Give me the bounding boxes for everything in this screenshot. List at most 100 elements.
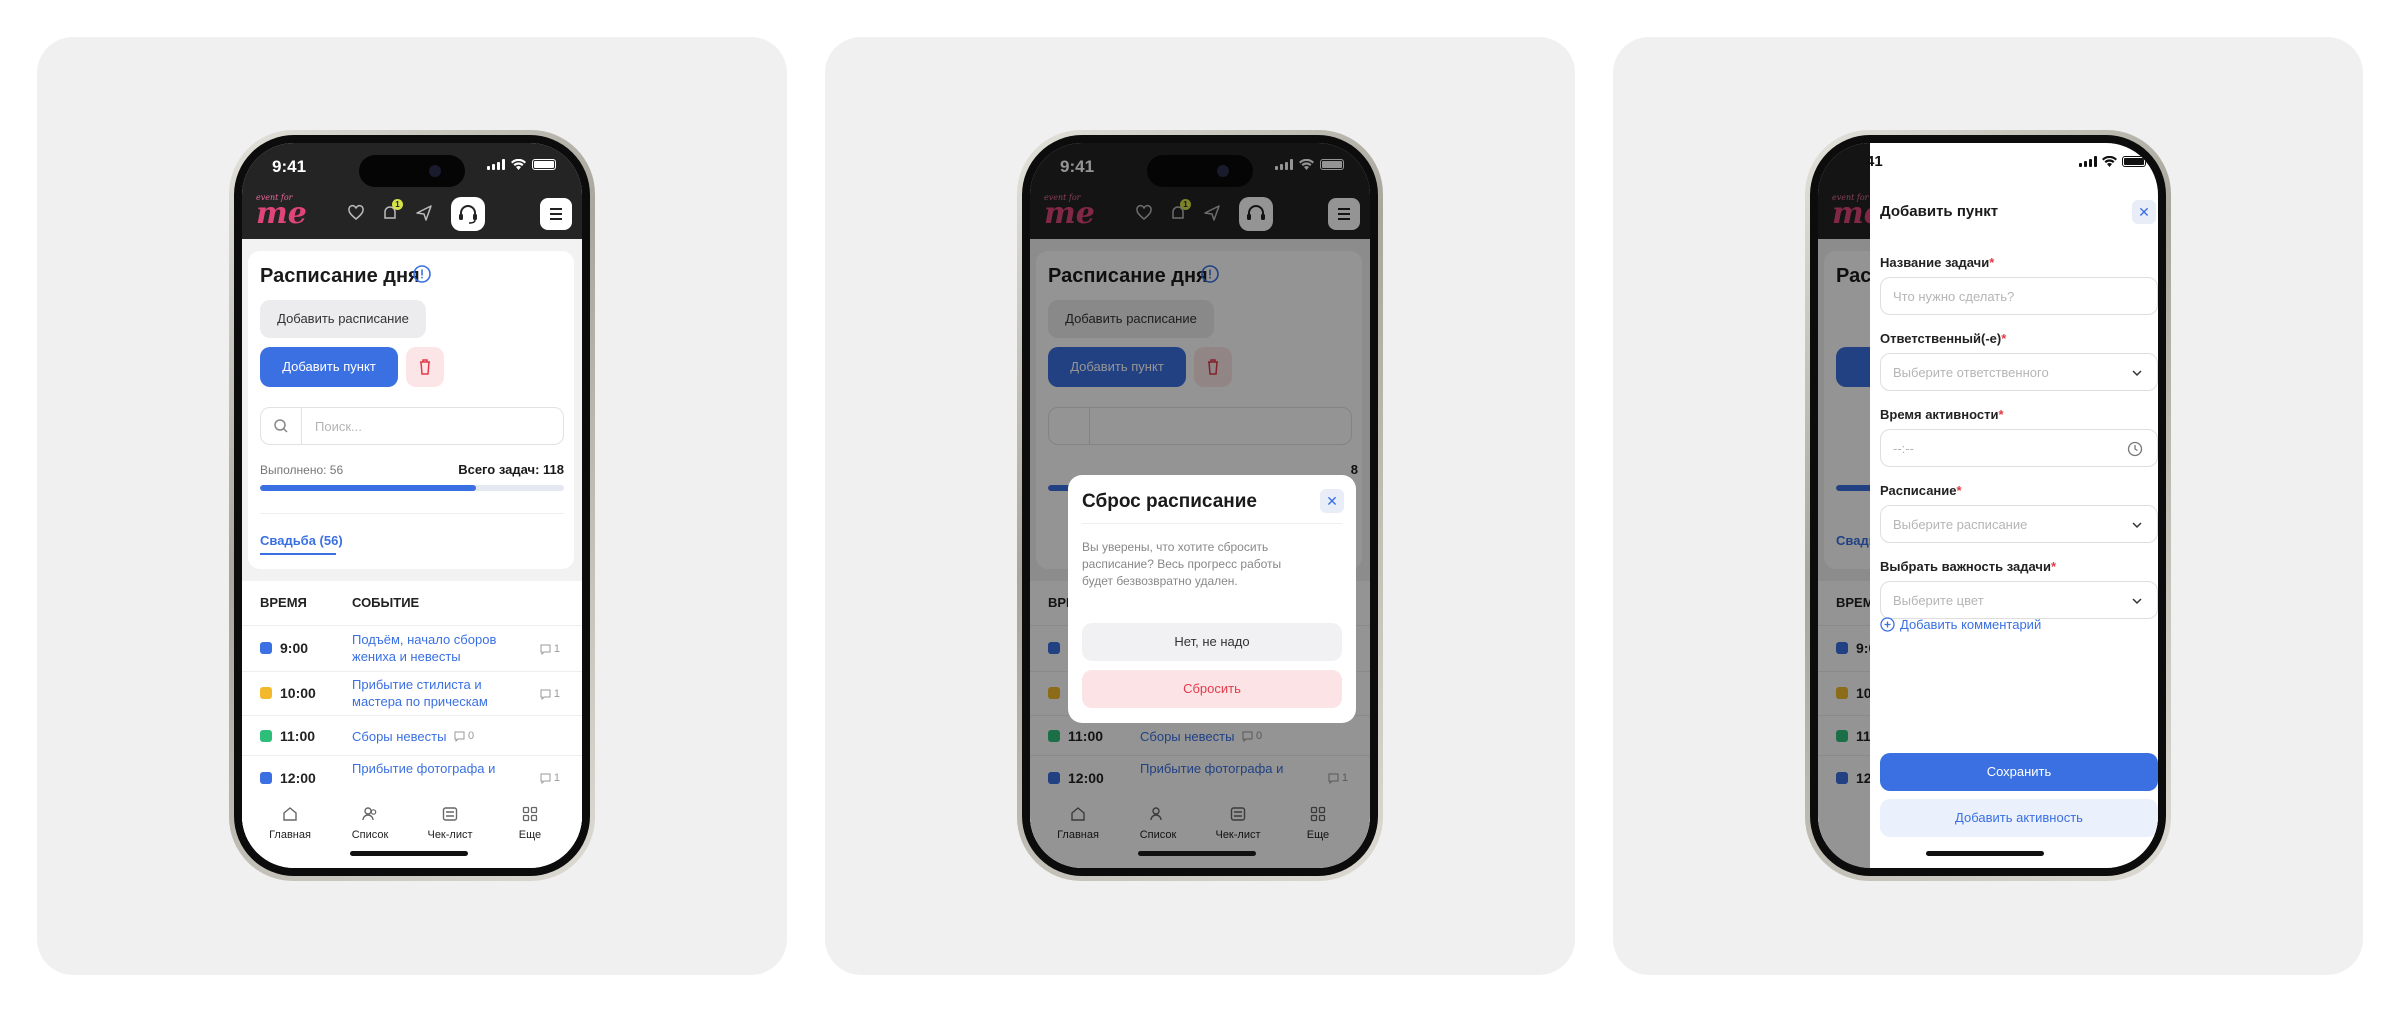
- info-icon[interactable]: [412, 264, 432, 284]
- row-color-dot: [260, 687, 272, 699]
- home-indicator: [1926, 851, 2044, 856]
- notification-badge: 1: [392, 199, 403, 210]
- home-indicator: [1138, 851, 1256, 856]
- search-input[interactable]: Поиск...: [260, 407, 564, 445]
- row-event-link[interactable]: Прибытие фотографа и: [352, 760, 512, 777]
- users-icon: [362, 807, 377, 821]
- row-time: 9:00: [280, 640, 309, 656]
- heart-icon[interactable]: [346, 203, 366, 223]
- row-event-link[interactable]: Подъём, начало сборов жениха и невесты: [352, 631, 512, 665]
- schedule-label: Расписание*: [1880, 483, 1962, 498]
- battery-icon: [532, 159, 556, 170]
- activity-time-input[interactable]: --:--: [1880, 429, 2158, 467]
- row-event-link[interactable]: Прибытие стилиста и мастера по прическам: [352, 676, 512, 710]
- table-row[interactable]: 11:00 Сборы невесты 0: [242, 715, 582, 755]
- panel-add-item: event forme Расписание дня Свадьба (56) …: [1613, 37, 2363, 975]
- done-count: Выполнено: 56: [260, 463, 344, 477]
- table-row[interactable]: 10:00 Прибытие стилиста и мастера по при…: [242, 671, 582, 715]
- search-icon: [274, 419, 288, 433]
- add-comment-link[interactable]: Добавить комментарий: [1880, 617, 2041, 632]
- close-icon: ✕: [2138, 204, 2150, 220]
- activity-time-label: Время активности*: [1880, 407, 2004, 422]
- row-time: 12:00: [280, 770, 316, 786]
- column-header-event: СОБЫТИЕ: [352, 595, 420, 610]
- signal-icon: [2079, 156, 2097, 167]
- chevron-down-icon: [2132, 370, 2142, 377]
- status-time: 9:41: [272, 157, 307, 176]
- page-title: Расписание дня: [260, 265, 420, 287]
- trash-icon: [420, 359, 430, 375]
- plus-circle-icon: [1880, 617, 1895, 632]
- signal-icon: [487, 159, 505, 170]
- row-color-dot: [260, 772, 272, 784]
- phone-screen: event forme Расписание дня Свадьба (56) …: [1818, 143, 2158, 868]
- nav-checklist[interactable]: Чек-лист: [420, 805, 480, 841]
- comment-icon: [454, 731, 465, 742]
- reset-button[interactable]: Сбросить: [1082, 670, 1342, 708]
- row-event-link[interactable]: Сборы невесты: [352, 728, 446, 745]
- progress-bar: [260, 485, 564, 491]
- add-activity-button[interactable]: Добавить активность: [1880, 799, 2158, 837]
- menu-button[interactable]: [540, 198, 572, 230]
- row-comments[interactable]: 1: [540, 772, 560, 784]
- dialog-message: Вы уверены, что хотите сбросить расписан…: [1082, 540, 1282, 588]
- task-name-label: Название задачи*: [1880, 255, 1995, 270]
- cancel-button[interactable]: Нет, не надо: [1082, 623, 1342, 661]
- responsible-label: Ответственный(-е)*: [1880, 331, 2007, 346]
- home-icon: [283, 807, 297, 821]
- close-icon: ✕: [1326, 493, 1338, 509]
- row-color-dot: [260, 730, 272, 742]
- grid-icon: [522, 806, 538, 822]
- send-icon[interactable]: [414, 203, 434, 223]
- phone-frame: 9:41 event for me 1 Расписание дня Добав…: [1017, 130, 1383, 881]
- delete-button[interactable]: [406, 347, 444, 387]
- dynamic-island: [359, 155, 465, 187]
- home-indicator: [350, 851, 468, 856]
- panel-schedule: 9:41 event for me 1 Расписание дня Добав…: [37, 37, 787, 975]
- nav-home[interactable]: Главная: [260, 805, 320, 841]
- row-time: 10:00: [280, 685, 316, 701]
- app-header: event for me 1: [242, 189, 582, 239]
- wifi-icon: [2102, 156, 2117, 167]
- column-header-time: ВРЕМЯ: [260, 595, 307, 610]
- comment-icon: [540, 773, 551, 784]
- add-item-button[interactable]: Добавить пункт: [260, 347, 398, 387]
- schedule-select[interactable]: Выберите расписание: [1880, 505, 2158, 543]
- row-time: 11:00: [280, 728, 316, 744]
- add-item-drawer: 41 Добавить пункт ✕ Название задачи* Что…: [1866, 143, 2158, 868]
- app-logo: event for me: [256, 193, 307, 231]
- responsible-select[interactable]: Выберите ответственного: [1880, 353, 2158, 391]
- close-button[interactable]: ✕: [2132, 200, 2156, 224]
- importance-label: Выбрать важность задачи*: [1880, 559, 2057, 574]
- comment-icon: [540, 689, 551, 700]
- wifi-icon: [511, 159, 526, 170]
- nav-more[interactable]: Еще: [500, 805, 560, 841]
- phone-frame: event forme Расписание дня Свадьба (56) …: [1805, 130, 2171, 881]
- row-comments[interactable]: 1: [540, 688, 560, 700]
- save-button[interactable]: Сохранить: [1880, 753, 2158, 791]
- progress-fill: [260, 485, 476, 491]
- chevron-down-icon: [2132, 598, 2142, 605]
- phone-screen: 9:41 event for me 1 Расписание дня Добав…: [242, 143, 582, 868]
- search-placeholder: Поиск...: [315, 419, 362, 434]
- support-button[interactable]: [451, 197, 485, 231]
- close-button[interactable]: ✕: [1320, 489, 1344, 513]
- schedule-card: Расписание дня Добавить расписание Добав…: [248, 251, 574, 569]
- headset-icon: [459, 205, 477, 224]
- total-count: Всего задач: 118: [458, 462, 564, 477]
- dialog-title: Сброс расписание: [1082, 491, 1257, 512]
- table-row[interactable]: 9:00 Подъём, начало сборов жениха и неве…: [242, 625, 582, 671]
- reset-dialog: Сброс расписание ✕ Вы уверены, что хотит…: [1068, 475, 1356, 723]
- status-time: 41: [1866, 153, 1883, 170]
- importance-select[interactable]: Выберите цвет: [1880, 581, 2158, 619]
- row-comments[interactable]: 1: [540, 643, 560, 655]
- tab-wedding[interactable]: Свадьба (56): [260, 533, 343, 548]
- notifications-icon[interactable]: 1: [380, 199, 403, 223]
- row-comments[interactable]: 0: [454, 730, 474, 742]
- nav-list[interactable]: Список: [340, 805, 400, 841]
- bottom-nav: Главная Список Чек-лист Еще: [242, 793, 582, 868]
- add-schedule-button[interactable]: Добавить расписание: [260, 300, 426, 338]
- chevron-down-icon: [2132, 522, 2142, 529]
- task-name-input[interactable]: Что нужно сделать?: [1880, 277, 2158, 315]
- row-color-dot: [260, 642, 272, 654]
